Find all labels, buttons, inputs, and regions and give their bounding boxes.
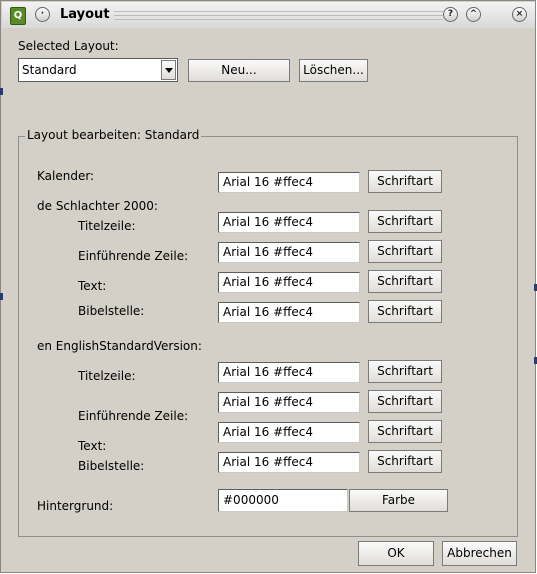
esv-text-font-button[interactable]: Schriftart [368, 420, 442, 443]
edit-layout-group [18, 136, 518, 537]
schlachter-text-font-button[interactable]: Schriftart [368, 270, 442, 293]
edit-layout-legend: Layout bearbeiten: Standard [25, 128, 202, 142]
title-bar[interactable]: Q · Layout ? ^ × [2, 2, 535, 28]
close-icon[interactable]: × [512, 7, 527, 22]
title-grip [114, 19, 443, 20]
schlachter-reference-font-field[interactable]: Arial 16 #ffec4 [218, 302, 360, 323]
chevron-down-icon[interactable] [161, 60, 176, 80]
delete-layout-button[interactable]: Löschen... [299, 59, 368, 82]
calendar-font-button[interactable]: Schriftart [368, 170, 442, 193]
background-edge-mark [0, 88, 3, 95]
schlachter-intro-font-button[interactable]: Schriftart [368, 240, 442, 263]
title-grip [114, 11, 443, 12]
cancel-button[interactable]: Abbrechen [442, 541, 517, 566]
shade-icon[interactable]: ^ [466, 7, 481, 22]
window-title: Layout [60, 7, 110, 22]
schlachter-text-font-field[interactable]: Arial 16 #ffec4 [218, 272, 360, 293]
schlachter-title-font-field[interactable]: Arial 16 #ffec4 [218, 212, 360, 233]
esv-intro-font-button[interactable]: Schriftart [368, 390, 442, 413]
esv-text-font-field[interactable]: Arial 16 #ffec4 [218, 422, 360, 443]
schlachter-title-label: Titelzeile: [78, 219, 136, 233]
background-color-field[interactable]: #000000 [218, 489, 348, 512]
schlachter-intro-font-field[interactable]: Arial 16 #ffec4 [218, 242, 360, 263]
selected-layout-label: Selected Layout: [18, 39, 119, 53]
qt-icon[interactable]: Q [10, 7, 26, 25]
schlachter-title-font-button[interactable]: Schriftart [368, 210, 442, 233]
calendar-label: Kalender: [37, 169, 95, 183]
esv-text-label: Text: [78, 439, 107, 453]
new-layout-button[interactable]: Neu... [188, 59, 290, 82]
esv-intro-font-field[interactable]: Arial 16 #ffec4 [218, 392, 360, 413]
help-icon[interactable]: ? [443, 7, 458, 22]
esv-title-label: Titelzeile: [78, 369, 136, 383]
schlachter-heading: de Schlachter 2000: [37, 199, 158, 213]
esv-title-font-field[interactable]: Arial 16 #ffec4 [218, 362, 360, 383]
background-color-button[interactable]: Farbe [349, 489, 448, 512]
schlachter-reference-label: Bibelstelle: [78, 304, 145, 318]
title-grip [114, 15, 443, 16]
layout-select-value: Standard [22, 63, 77, 77]
background-label: Hintergrund: [37, 499, 114, 513]
schlachter-text-label: Text: [78, 279, 107, 293]
esv-reference-font-field[interactable]: Arial 16 #ffec4 [218, 452, 360, 473]
schlachter-intro-label: Einführende Zeile: [78, 249, 189, 263]
esv-heading: en EnglishStandardVersion: [37, 339, 202, 353]
calendar-font-field[interactable]: Arial 16 #ffec4 [218, 172, 360, 193]
ok-button[interactable]: OK [358, 541, 434, 566]
layout-dialog: Q · Layout ? ^ × Selected Layout: Standa… [0, 0, 536, 573]
esv-intro-label: Einführende Zeile: [78, 409, 189, 423]
menu-dot-icon[interactable]: · [35, 7, 50, 22]
esv-title-font-button[interactable]: Schriftart [368, 360, 442, 383]
layout-select[interactable]: Standard [18, 58, 178, 82]
esv-reference-label: Bibelstelle: [78, 459, 145, 473]
esv-reference-font-button[interactable]: Schriftart [368, 450, 442, 473]
background-edge-mark [0, 293, 3, 300]
schlachter-reference-font-button[interactable]: Schriftart [368, 300, 442, 323]
